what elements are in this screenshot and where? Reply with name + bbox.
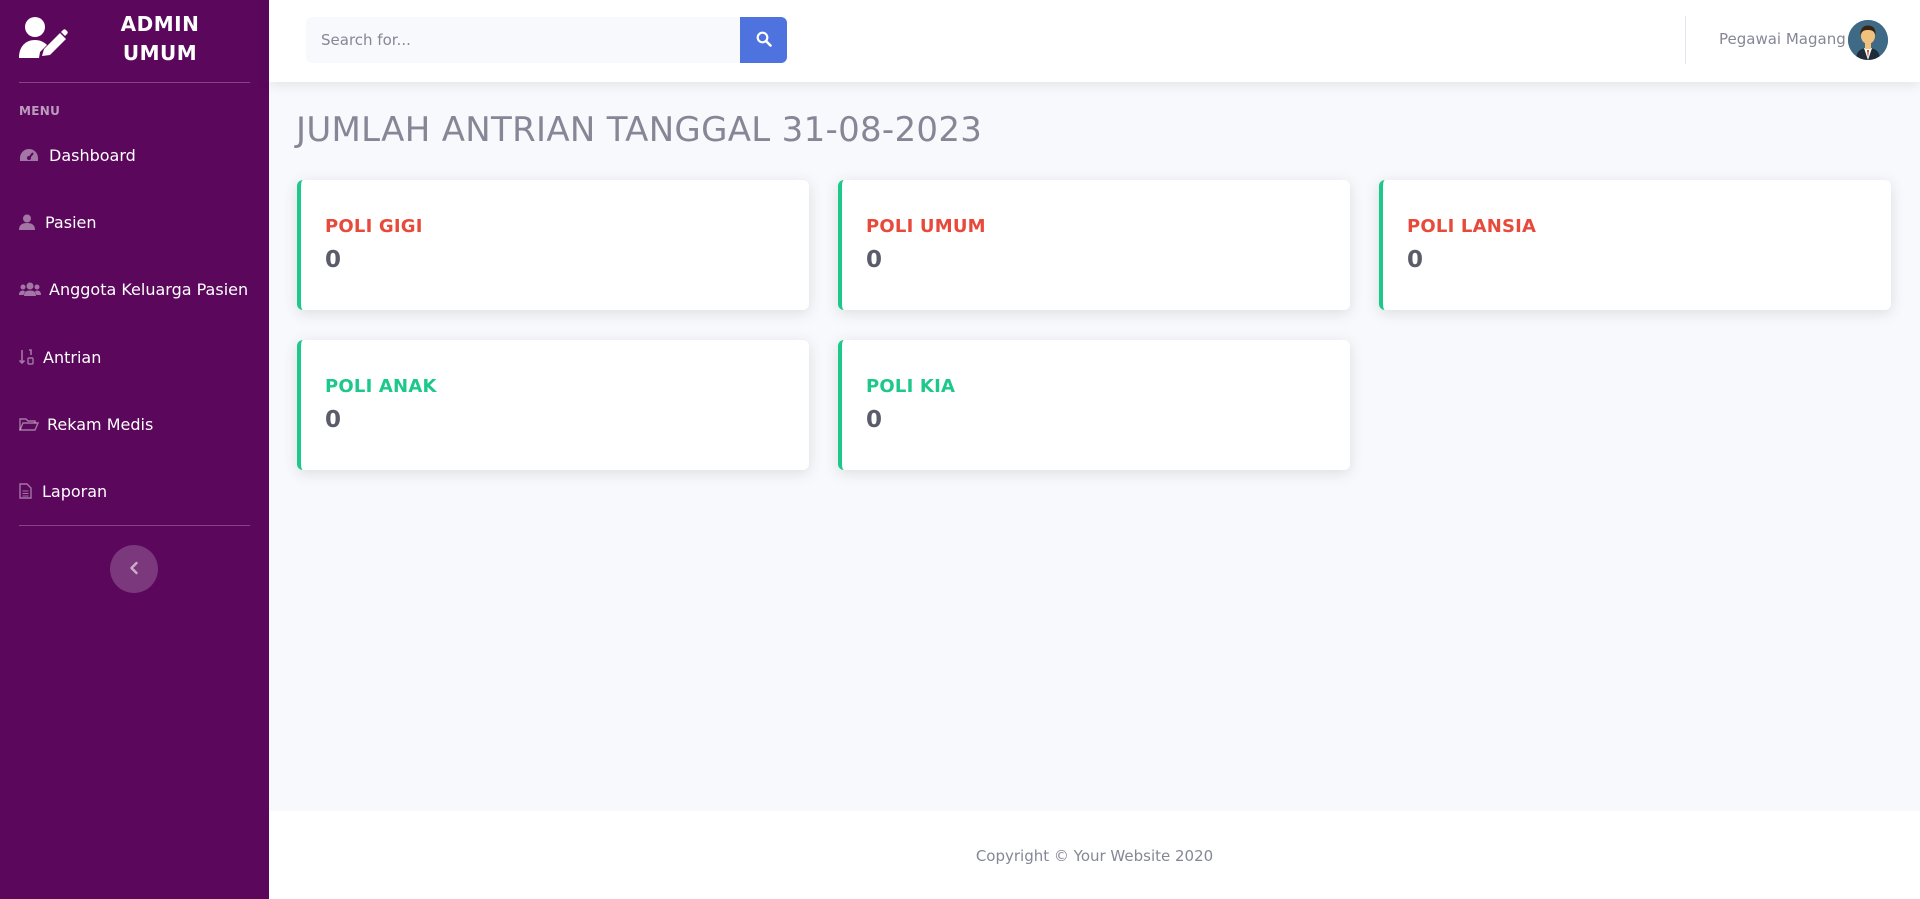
card-value: 0 (866, 407, 883, 433)
tachometer-icon (19, 146, 41, 164)
search-input[interactable] (306, 17, 740, 63)
queue-card-poli-gigi[interactable]: POLI GIGI 0 (297, 180, 809, 310)
chevron-left-icon (129, 560, 139, 579)
topbar: Pegawai Magang (269, 0, 1920, 82)
card-value: 0 (866, 247, 883, 273)
search-button[interactable] (740, 17, 787, 63)
sidebar-divider (19, 525, 250, 526)
file-alt-icon (19, 482, 34, 500)
sidebar-item-antrian[interactable]: Antrian (19, 342, 101, 372)
queue-card-poli-umum[interactable]: POLI UMUM 0 (838, 180, 1350, 310)
menu-heading: MENU (19, 104, 61, 118)
card-value: 0 (1407, 247, 1424, 273)
sidebar-divider (19, 82, 250, 83)
search-icon (756, 31, 772, 50)
copyright-text: Copyright © Your Website 2020 (975, 847, 1214, 865)
sidebar-item-pasien[interactable]: Pasien (19, 207, 97, 237)
sidebar-item-label: Anggota Keluarga Pasien (49, 279, 249, 299)
brand-line-1: ADMIN (120, 12, 200, 36)
sidebar-item-label: Rekam Medis (47, 414, 154, 434)
queue-card-poli-kia[interactable]: POLI KIA 0 (838, 340, 1350, 470)
topbar-divider (1685, 16, 1686, 64)
user-edit-icon (18, 16, 68, 60)
card-label: POLI KIA (866, 376, 956, 397)
sidebar-item-label: Laporan (42, 481, 108, 501)
sidebar-item-label: Dashboard (49, 145, 136, 165)
card-value: 0 (325, 407, 342, 433)
sort-numeric-icon (19, 348, 35, 366)
users-icon (19, 280, 41, 298)
card-value: 0 (325, 247, 342, 273)
card-label: POLI LANSIA (1407, 216, 1537, 237)
sidebar: ADMIN UMUM MENU Dashboard Pasien Anggota… (0, 0, 269, 899)
page-title: JUMLAH ANTRIAN TANGGAL 31-08-2023 (296, 110, 983, 150)
folder-open-icon (19, 415, 39, 433)
user-name[interactable]: Pegawai Magang (1719, 30, 1846, 48)
brand-title: ADMIN UMUM (95, 10, 225, 68)
sidebar-item-laporan[interactable]: Laporan (19, 476, 107, 506)
footer: Copyright © Your Website 2020 (269, 811, 1920, 899)
brand-line-2: UMUM (122, 41, 198, 65)
queue-card-poli-lansia[interactable]: POLI LANSIA 0 (1379, 180, 1891, 310)
sidebar-item-dashboard[interactable]: Dashboard (19, 140, 136, 170)
card-label: POLI GIGI (325, 216, 423, 237)
queue-card-poli-anak[interactable]: POLI ANAK 0 (297, 340, 809, 470)
sidebar-item-label: Antrian (43, 347, 102, 367)
sidebar-item-label: Pasien (45, 212, 97, 232)
sidebar-toggle-button[interactable] (110, 545, 158, 593)
sidebar-item-anggota-keluarga-pasien[interactable]: Anggota Keluarga Pasien (19, 274, 248, 304)
sidebar-brand[interactable]: ADMIN UMUM (0, 0, 269, 82)
user-icon (19, 213, 37, 231)
card-label: POLI UMUM (866, 216, 986, 237)
card-label: POLI ANAK (325, 376, 437, 397)
avatar[interactable] (1848, 20, 1888, 60)
sidebar-item-rekam-medis[interactable]: Rekam Medis (19, 409, 153, 439)
search-bar (306, 17, 787, 63)
